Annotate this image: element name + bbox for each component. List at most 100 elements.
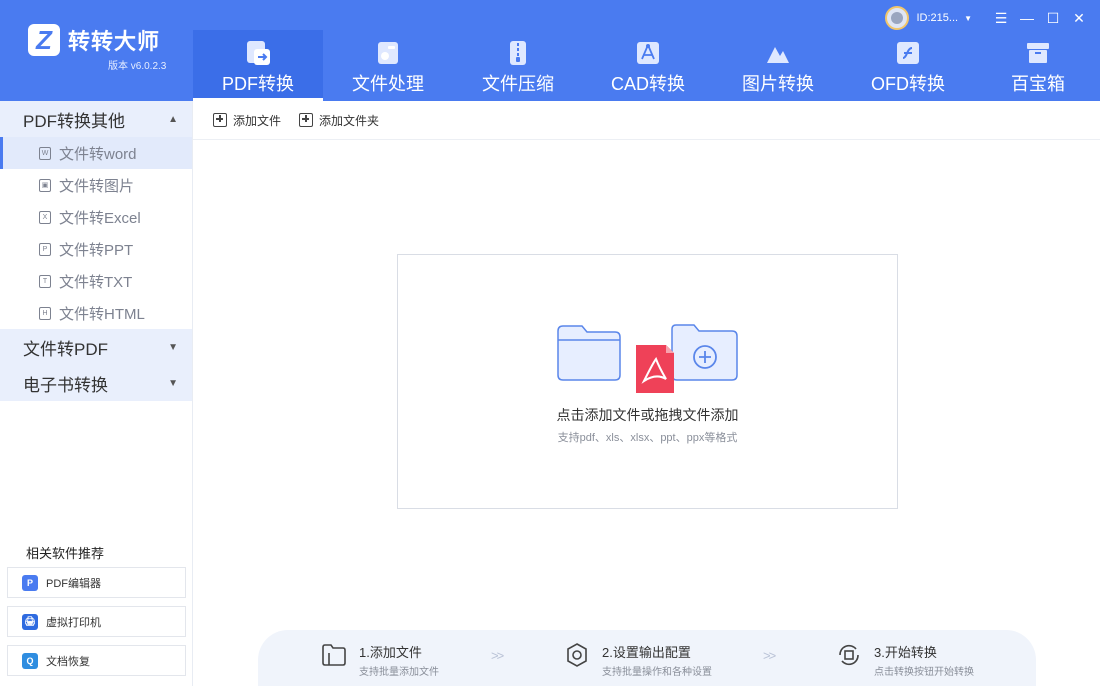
drop-illustration: [556, 323, 740, 393]
user-avatar[interactable]: [884, 6, 909, 30]
sidebar-item-to-image[interactable]: ▣ 文件转图片: [0, 169, 192, 201]
pdf-editor-icon: P: [22, 574, 38, 591]
add-file-icon: [213, 113, 227, 127]
user-avatar-icon: [890, 12, 903, 24]
drop-zone-subtitle: 支持pdf、xls、xlsx、ppt、ppx等格式: [557, 432, 738, 444]
add-folder-illustration-icon: [671, 324, 738, 381]
nav-tab-ofd-convert[interactable]: OFD转换: [843, 30, 973, 101]
logo-z-icon: Z: [28, 24, 60, 56]
recommend-label: PDF编辑器: [46, 577, 101, 590]
nav-tab-label: 文件处理: [352, 74, 424, 94]
sidebar-item-to-word[interactable]: W 文件转word: [0, 137, 192, 169]
toolbox-icon: [1023, 38, 1053, 68]
sidebar-group-pdf-other[interactable]: PDF转换其他 ▲: [0, 101, 192, 137]
step-start-convert: 3.开始转换 点击转换按钮开始转换: [836, 642, 974, 678]
ppt-file-icon: P: [39, 242, 51, 256]
pdf-convert-icon: [243, 38, 273, 68]
step-desc: 点击转换按钮开始转换: [874, 667, 974, 678]
sidebar-item-to-html[interactable]: H 文件转HTML: [0, 297, 192, 329]
add-folder-label: 添加文件夹: [319, 113, 380, 128]
image-convert-icon: [763, 38, 793, 68]
txt-file-icon: T: [39, 274, 51, 288]
recommend-label: 虚拟打印机: [46, 616, 101, 629]
folder-icon: [557, 325, 621, 381]
recommend-doc-recovery[interactable]: Q 文档恢复: [7, 645, 186, 676]
menu-icon[interactable]: ☰: [990, 7, 1012, 29]
recommend-label: 文档恢复: [46, 655, 90, 668]
sidebar-group-ebook[interactable]: 电子书转换 ▼: [0, 365, 192, 401]
file-compress-icon: [503, 38, 533, 68]
add-folder-button[interactable]: 添加文件夹: [299, 112, 379, 129]
nav-tab-label: 图片转换: [742, 74, 814, 94]
sidebar-item-label: 文件转PPT: [59, 241, 134, 259]
sidebar-item-label: 文件转HTML: [59, 305, 145, 323]
sidebar-item-to-ppt[interactable]: P 文件转PPT: [0, 233, 192, 265]
sidebar-item-label: 文件转Excel: [59, 209, 141, 227]
nav-tab-pdf-convert[interactable]: PDF转换: [193, 30, 323, 101]
main-nav: PDF转换 文件处理 文件压缩 CAD转换 图片转换 OFD转换 百宝箱: [193, 30, 1100, 101]
step-desc: 支持批量添加文件: [359, 667, 439, 678]
printer-icon: 🖨: [22, 613, 38, 630]
recovery-icon: Q: [22, 652, 38, 669]
recommend-pdf-editor[interactable]: P PDF编辑器: [7, 567, 186, 598]
sidebar-group-to-pdf[interactable]: 文件转PDF ▼: [0, 329, 192, 365]
pdf-file-icon: [636, 345, 674, 393]
steps-bar: 1.添加文件 支持批量添加文件 >> 2.设置输出配置 支持批量操作和各种设置 …: [258, 630, 1036, 686]
add-file-label: 添加文件: [233, 113, 282, 128]
nav-tab-image-convert[interactable]: 图片转换: [713, 30, 843, 101]
sidebar-item-label: 文件转图片: [59, 177, 135, 195]
sidebar-item-to-txt[interactable]: T 文件转TXT: [0, 265, 192, 297]
sidebar: PDF转换其他 ▲ W 文件转word ▣ 文件转图片 X 文件转Excel P…: [0, 101, 193, 686]
sidebar-item-label: 文件转TXT: [59, 273, 133, 291]
app-version: 版本 v6.0.2.3: [108, 61, 167, 72]
drop-zone-title: 点击添加文件或拖拽文件添加: [556, 407, 739, 423]
nav-tab-toolbox[interactable]: 百宝箱: [973, 30, 1100, 101]
file-process-icon: [373, 38, 403, 68]
step-text: 3.开始转换 点击转换按钮开始转换: [874, 642, 974, 678]
nav-tab-label: OFD转换: [871, 74, 945, 94]
app-header: Z 转转大师 版本 v6.0.2.3 PDF转换 文件处理 文件压缩 CAD转换…: [0, 0, 1100, 101]
file-drop-zone[interactable]: 点击添加文件或拖拽文件添加 支持pdf、xls、xlsx、ppt、ppx等格式: [397, 254, 898, 509]
recommend-virtual-printer[interactable]: 🖨 虚拟打印机: [7, 606, 186, 637]
nav-tab-cad-convert[interactable]: CAD转换: [583, 30, 713, 101]
step-text: 2.设置输出配置 支持批量操作和各种设置: [602, 642, 712, 678]
folder-outline-icon: [321, 642, 347, 668]
recommend-title: 相关软件推荐: [26, 546, 105, 561]
add-folder-icon: [299, 113, 314, 127]
minimize-icon[interactable]: —: [1016, 7, 1038, 29]
user-menu-caret-icon[interactable]: ▼: [964, 14, 972, 23]
file-toolbar: 添加文件 添加文件夹: [193, 101, 1100, 140]
nav-tab-label: 文件压缩: [482, 74, 554, 94]
step-text: 1.添加文件 支持批量添加文件: [359, 642, 439, 678]
add-file-button[interactable]: 添加文件: [213, 112, 281, 129]
user-id[interactable]: ID:215...: [917, 12, 959, 24]
ofd-convert-icon: [893, 38, 923, 68]
expand-caret-icon: ▼: [168, 377, 178, 389]
html-file-icon: H: [39, 306, 51, 320]
step-output-config: 2.设置输出配置 支持批量操作和各种设置: [564, 642, 712, 678]
sidebar-group-label: 电子书转换: [23, 375, 108, 395]
nav-tab-label: CAD转换: [610, 74, 685, 94]
nav-tab-file-process[interactable]: 文件处理: [323, 30, 453, 101]
step-arrow-icon: >>: [763, 648, 776, 663]
sidebar-item-to-excel[interactable]: X 文件转Excel: [0, 201, 192, 233]
app-name: 转转大师: [68, 29, 161, 54]
collapse-caret-icon: ▲: [168, 113, 178, 125]
settings-icon: [564, 642, 590, 668]
expand-caret-icon: ▼: [168, 341, 178, 353]
sidebar-group-label: 文件转PDF: [23, 339, 108, 359]
nav-tab-label: PDF转换: [222, 74, 294, 94]
step-title: 2.设置输出配置: [602, 645, 691, 660]
word-file-icon: W: [39, 146, 51, 160]
app-logo: Z 转转大师: [28, 24, 160, 56]
maximize-icon[interactable]: ☐: [1042, 7, 1064, 29]
step-title: 3.开始转换: [874, 645, 937, 660]
image-file-icon: ▣: [39, 178, 51, 192]
user-bar: ID:215... ▼ ☰ — ☐ ✕: [884, 6, 1091, 30]
close-icon[interactable]: ✕: [1068, 7, 1090, 29]
convert-cycle-icon: [836, 642, 862, 668]
excel-file-icon: X: [39, 210, 51, 224]
sidebar-item-label: 文件转word: [59, 145, 137, 163]
step-arrow-icon: >>: [491, 648, 504, 663]
nav-tab-file-compress[interactable]: 文件压缩: [453, 30, 583, 101]
